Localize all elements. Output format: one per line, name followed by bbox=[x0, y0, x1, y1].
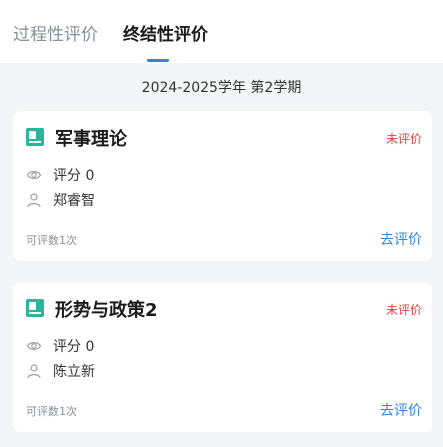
evaluate-button[interactable]: 去评价 bbox=[380, 229, 422, 249]
book-icon bbox=[26, 128, 44, 146]
evaluate-button[interactable]: 去评价 bbox=[380, 400, 422, 420]
eye-icon bbox=[26, 338, 42, 354]
teacher-name: 陈立新 bbox=[53, 364, 95, 380]
teacher-row: 陈立新 bbox=[26, 362, 95, 380]
book-icon bbox=[26, 299, 44, 317]
tab-bar: 过程性评价 终结性评价 bbox=[0, 0, 443, 63]
course-card: 军事理论 未评价 评分 0 郑睿智 可评数1次 去评价 bbox=[13, 111, 432, 261]
score-row: 评分 0 bbox=[26, 337, 94, 355]
course-card: 形势与政策2 未评价 评分 0 陈立新 可评数1次 去评价 bbox=[13, 282, 432, 432]
score-label: 评分 0 bbox=[53, 339, 95, 355]
status-badge: 未评价 bbox=[385, 132, 422, 146]
remaining-count: 可评数1次 bbox=[26, 405, 77, 418]
course-name: 形势与政策2 bbox=[55, 300, 158, 321]
score-label: 评分 0 bbox=[53, 168, 95, 184]
course-name: 军事理论 bbox=[55, 129, 127, 150]
remaining-count: 可评数1次 bbox=[26, 234, 77, 247]
teacher-name: 郑睿智 bbox=[53, 193, 95, 209]
active-tab-indicator bbox=[147, 59, 169, 62]
person-icon bbox=[26, 192, 42, 208]
tab-process-evaluation[interactable]: 过程性评价 bbox=[13, 24, 98, 46]
eye-icon bbox=[26, 167, 42, 183]
teacher-row: 郑睿智 bbox=[26, 191, 95, 209]
score-row: 评分 0 bbox=[26, 166, 94, 184]
term-label: 2024-2025学年 第2学期 bbox=[141, 80, 302, 96]
status-badge: 未评价 bbox=[385, 303, 422, 317]
tab-final-evaluation[interactable]: 终结性评价 bbox=[123, 24, 208, 46]
person-icon bbox=[26, 363, 42, 379]
